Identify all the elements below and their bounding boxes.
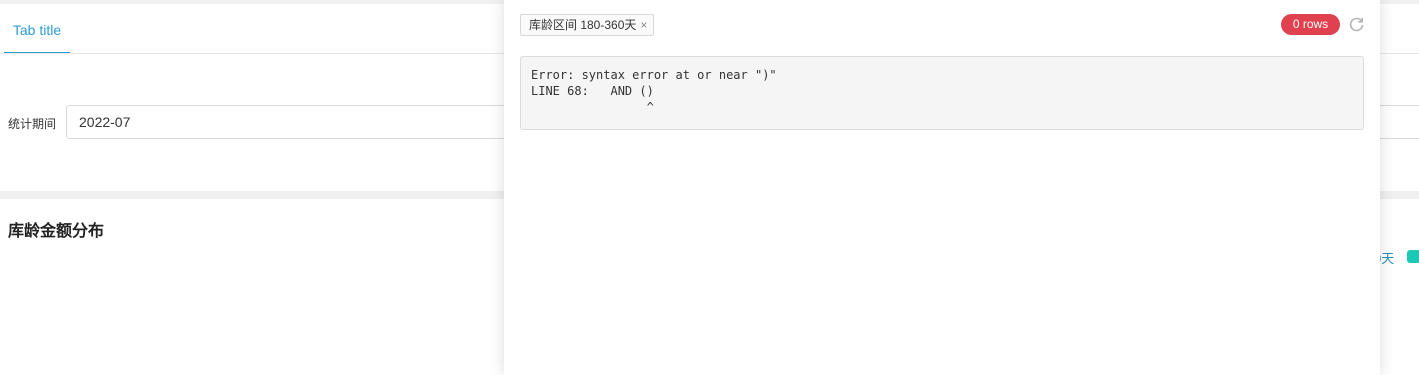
refresh-icon[interactable] xyxy=(1348,16,1365,33)
rows-count-badge: 0 rows xyxy=(1281,14,1340,35)
detail-drawer: 库龄区间 180-360天 × 0 rows Error: syntax erro… xyxy=(504,0,1380,375)
legend-swatch[interactable] xyxy=(1407,250,1419,263)
chart-title: 库龄金额分布 xyxy=(8,223,105,240)
filter-tag-label: 库龄区间 180-360天 xyxy=(529,18,637,32)
period-filter-label: 统计期间 xyxy=(8,117,57,131)
tab-tab-title[interactable]: Tab title xyxy=(4,20,70,54)
sql-error-message: Error: syntax error at or near ")" LINE … xyxy=(520,56,1364,130)
close-icon[interactable]: × xyxy=(640,15,647,35)
filter-tag: 库龄区间 180-360天 × xyxy=(520,14,655,36)
